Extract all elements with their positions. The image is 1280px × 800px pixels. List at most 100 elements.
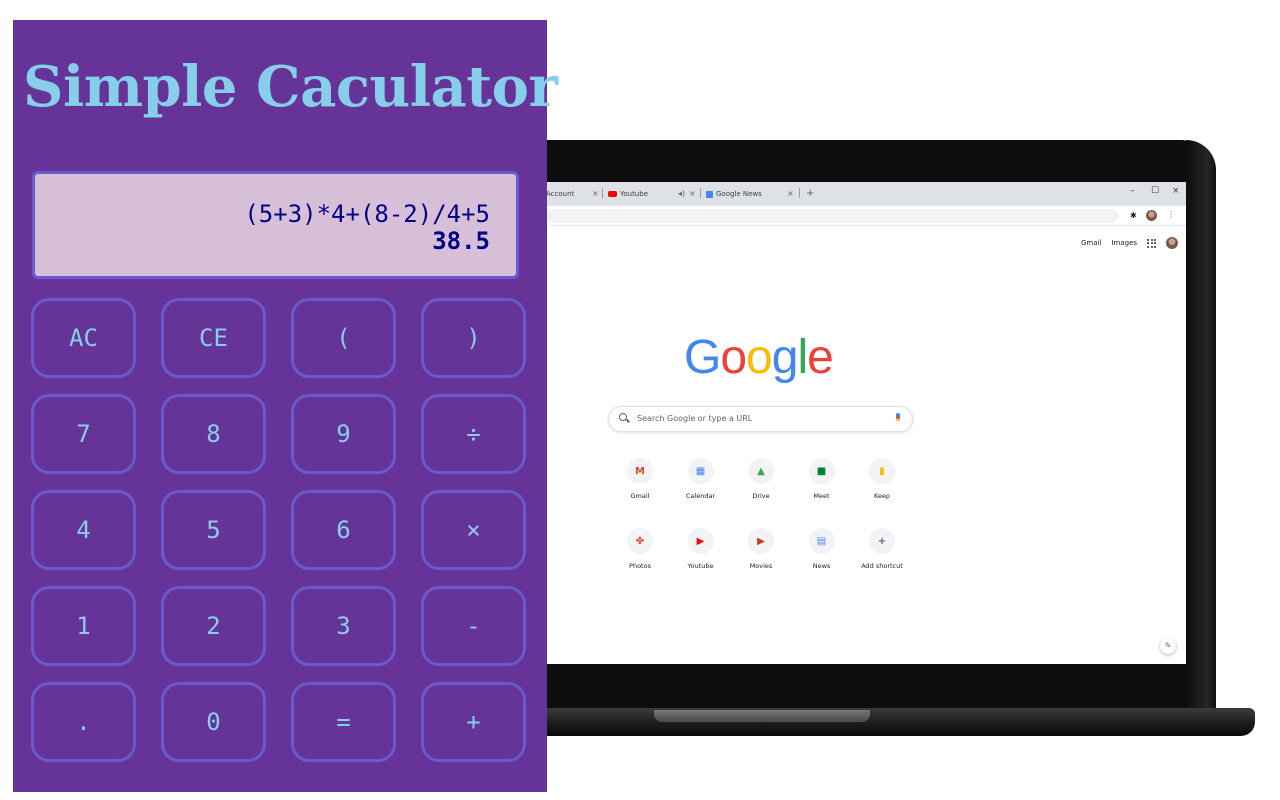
- youtube-icon: ▶: [687, 528, 714, 554]
- laptop-screen: Account × Youtube ◂) × Google News × + –…: [500, 182, 1186, 664]
- all-clear-button[interactable]: AC: [31, 298, 136, 378]
- movies-icon: ▶: [748, 528, 774, 554]
- extensions-icon[interactable]: ✱: [1130, 211, 1137, 220]
- shortcut-label: Keep: [873, 492, 891, 500]
- gmail-link[interactable]: Gmail: [1081, 239, 1101, 247]
- shortcut-meet[interactable]: ■ Meet: [792, 458, 852, 500]
- shortcut-label: Photos: [629, 562, 651, 570]
- tab-google-news[interactable]: Google News: [706, 190, 762, 198]
- equals-button[interactable]: =: [291, 682, 396, 762]
- news-icon: ▤: [808, 528, 835, 554]
- shortcut-label: News: [812, 562, 831, 570]
- shortcut-label: Gmail: [630, 492, 650, 500]
- divide-button[interactable]: ÷: [421, 394, 526, 474]
- shortcut-label: Add shortcut: [861, 562, 903, 570]
- digit-0-button[interactable]: 0: [161, 682, 266, 762]
- close-icon[interactable]: ×: [592, 189, 599, 198]
- calculator: Simple Caculator (5+3)*4+(8-2)/4+5 38.5 …: [13, 20, 558, 792]
- stage: Account × Youtube ◂) × Google News × + –…: [0, 0, 1280, 800]
- tab-label: Youtube: [620, 190, 648, 198]
- expression-line: (5+3)*4+(8-2)/4+5: [244, 200, 490, 228]
- calculator-display: (5+3)*4+(8-2)/4+5 38.5: [32, 171, 519, 279]
- tab-divider: [799, 188, 800, 198]
- profile-avatar[interactable]: [1146, 210, 1157, 221]
- shortcut-label: Meet: [813, 492, 830, 500]
- shortcut-label: Calendar: [685, 492, 716, 500]
- apps-grid-icon[interactable]: [1147, 238, 1156, 248]
- news-icon: [706, 190, 713, 198]
- address-bar[interactable]: [500, 209, 1118, 223]
- shortcut-movies[interactable]: ▶ Movies: [731, 528, 791, 570]
- laptop-base: [500, 708, 1255, 736]
- speaker-icon[interactable]: ◂): [678, 189, 685, 198]
- google-top-links: Gmail Images: [1081, 237, 1178, 249]
- tab-youtube[interactable]: Youtube: [608, 190, 648, 198]
- search-icon: [619, 413, 627, 421]
- calculator-title: Simple Caculator: [23, 54, 558, 120]
- subtract-button[interactable]: -: [421, 586, 526, 666]
- digit-4-button[interactable]: 4: [31, 490, 136, 570]
- digit-2-button[interactable]: 2: [161, 586, 266, 666]
- shortcut-add-shortcut[interactable]: + Add shortcut: [852, 528, 912, 570]
- logo-letter: o: [720, 331, 747, 384]
- tab-account[interactable]: Account: [546, 190, 574, 198]
- clear-entry-button[interactable]: CE: [161, 298, 266, 378]
- shortcut-label: Movies: [749, 562, 773, 570]
- search-placeholder: Search Google or type a URL: [637, 414, 753, 423]
- calendar-icon: ▦: [687, 458, 714, 484]
- digit-7-button[interactable]: 7: [31, 394, 136, 474]
- plus-icon: +: [869, 528, 895, 554]
- digit-9-button[interactable]: 9: [291, 394, 396, 474]
- meet-icon: ■: [808, 458, 835, 484]
- open-paren-button[interactable]: (: [291, 298, 396, 378]
- shortcut-youtube[interactable]: ▶ Youtube: [671, 528, 731, 570]
- keep-icon: ▮: [869, 458, 895, 484]
- close-window-icon[interactable]: ×: [1172, 186, 1180, 196]
- digit-5-button[interactable]: 5: [161, 490, 266, 570]
- drive-icon: ▲: [748, 458, 774, 484]
- browser-tab-strip: Account × Youtube ◂) × Google News × + –…: [500, 182, 1186, 206]
- add-button[interactable]: +: [421, 682, 526, 762]
- shortcut-drive[interactable]: ▲ Drive: [731, 458, 791, 500]
- youtube-icon: [608, 191, 617, 197]
- maximize-icon[interactable]: ☐: [1151, 186, 1159, 196]
- google-search-box[interactable]: Search Google or type a URL: [608, 406, 913, 432]
- logo-letter: e: [807, 331, 834, 384]
- shortcut-photos[interactable]: ✤ Photos: [610, 528, 670, 570]
- digit-6-button[interactable]: 6: [291, 490, 396, 570]
- shortcut-label: Drive: [752, 492, 770, 500]
- google-logo: Google: [684, 330, 834, 385]
- customize-pencil-icon[interactable]: ✎: [1160, 638, 1176, 654]
- shortcut-news[interactable]: ▤ News: [792, 528, 852, 570]
- tab-label: Google News: [716, 190, 762, 198]
- close-icon[interactable]: ×: [689, 189, 696, 198]
- shortcut-keep[interactable]: ▮ Keep: [852, 458, 912, 500]
- logo-letter: l: [797, 331, 808, 384]
- logo-letter: g: [771, 331, 799, 384]
- laptop-hinge: [654, 710, 870, 722]
- images-link[interactable]: Images: [1111, 239, 1137, 247]
- gmail-icon: M: [627, 458, 653, 484]
- tab-divider: [602, 188, 603, 198]
- shortcut-gmail[interactable]: M Gmail: [610, 458, 670, 500]
- browser-toolbar: ✱ ⋮: [500, 206, 1186, 226]
- shortcut-calendar[interactable]: ▦ Calendar: [671, 458, 731, 500]
- result-line: 38.5: [432, 227, 490, 255]
- tab-divider: [700, 188, 701, 198]
- new-tab-icon[interactable]: +: [806, 188, 814, 199]
- logo-letter: G: [684, 331, 721, 384]
- close-paren-button[interactable]: ): [421, 298, 526, 378]
- account-avatar[interactable]: [1166, 237, 1178, 249]
- menu-icon[interactable]: ⋮: [1167, 210, 1175, 219]
- microphone-icon[interactable]: [896, 413, 900, 421]
- digit-8-button[interactable]: 8: [161, 394, 266, 474]
- close-icon[interactable]: ×: [787, 189, 794, 198]
- logo-letter: o: [746, 331, 773, 384]
- digit-1-button[interactable]: 1: [31, 586, 136, 666]
- digit-3-button[interactable]: 3: [291, 586, 396, 666]
- decimal-button[interactable]: .: [31, 682, 136, 762]
- shortcut-label: Youtube: [687, 562, 714, 570]
- multiply-button[interactable]: ×: [421, 490, 526, 570]
- photos-icon: ✤: [627, 528, 653, 554]
- minimize-icon[interactable]: –: [1130, 186, 1135, 196]
